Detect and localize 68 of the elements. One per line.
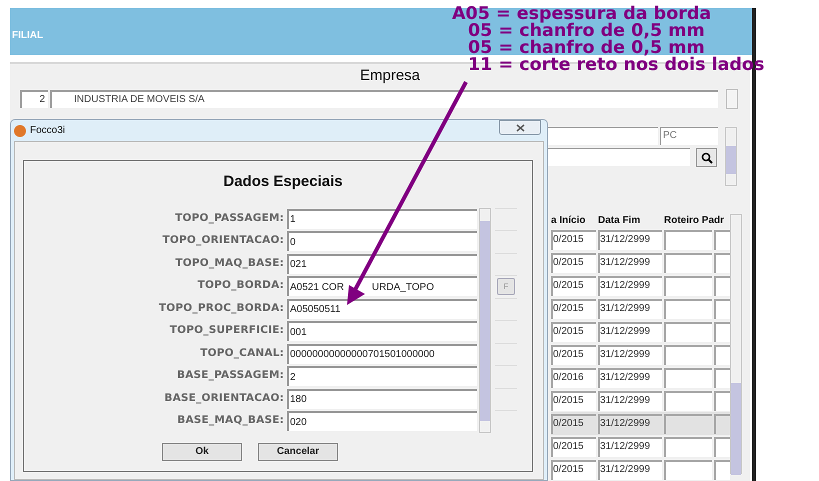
table-row[interactable]: 0/2016 31/12/2999 xyxy=(551,366,730,389)
table-row[interactable]: 0/2015 31/12/2999 xyxy=(551,389,730,412)
unit-field[interactable]: PC xyxy=(660,127,718,145)
column-header: a Início xyxy=(551,214,586,228)
table-row[interactable]: 0/2015 31/12/2999 xyxy=(551,297,730,320)
field-label: TOPO_BORDA: xyxy=(196,278,285,294)
column-header: Data Fim xyxy=(598,214,642,228)
field-label: TOPO_MAQ_BASE: xyxy=(174,256,285,271)
input-field[interactable]: 1 xyxy=(287,208,477,229)
field-label: TOPO_ORIENTACAO: xyxy=(162,233,285,248)
table-row[interactable]: 0/2015 31/12/2999 xyxy=(551,458,730,481)
table-cell: 31/12/2999 xyxy=(598,298,662,318)
field-label: BASE_ORIENTACAO: xyxy=(163,390,285,406)
input-field[interactable]: 00000000000000701501000000 xyxy=(287,344,477,364)
field-label: TOPO_SUPERFICIE: xyxy=(168,323,285,338)
table-cell: 31/12/2999 xyxy=(598,390,662,410)
field-label: TOPO_PASSAGEM: xyxy=(174,210,285,226)
table-cell: 0/2015 xyxy=(551,414,596,434)
table-row[interactable]: 0/2015 31/12/2999 xyxy=(551,320,730,343)
table-cell: 0/2015 xyxy=(551,322,596,342)
annotation-text: 05 = chanfro de 0,5 mm xyxy=(467,40,705,57)
input-field[interactable]: A05050511 xyxy=(287,298,477,319)
table-row[interactable]: 0/2015 31/12/2999 xyxy=(551,435,730,458)
table-cell: 0/2015 xyxy=(551,436,596,456)
field-label: TOPO_CANAL: xyxy=(199,346,285,361)
input-field[interactable]: 021 xyxy=(287,254,477,274)
input-field[interactable]: 020 xyxy=(287,411,477,432)
table-cell: 31/12/2999 xyxy=(598,252,662,272)
table-cell: 31/12/2999 xyxy=(598,436,662,456)
field-label: BASE_MAQ_BASE: xyxy=(176,413,285,428)
dialog-button[interactable]: Cancelar xyxy=(258,442,338,460)
input-field[interactable]: A0521 COR URDA_TOPO xyxy=(287,276,477,296)
table-cell: 31/12/2999 xyxy=(598,276,662,296)
input-field[interactable]: 2 xyxy=(287,366,477,386)
input-field[interactable]: 0 xyxy=(287,231,477,252)
table-cell: 0/2015 xyxy=(551,298,596,318)
annotation-text: 05 = chanfro de 0,5 mm xyxy=(467,23,705,40)
table-row[interactable]: 0/2015 31/12/2999 xyxy=(551,228,730,251)
table-cell: 0/2016 xyxy=(551,368,596,388)
input-field[interactable]: 001 xyxy=(287,321,477,342)
table-cell: 0/2015 xyxy=(551,460,596,480)
table-cell: 31/12/2999 xyxy=(598,368,662,388)
table-cell: 31/12/2999 xyxy=(598,322,662,342)
dialog-title: Focco3i xyxy=(30,124,66,138)
annotation-text: A05 = espessura da borda xyxy=(451,6,712,23)
table-cell: 0/2015 xyxy=(551,230,596,250)
table-cell: 31/12/2999 xyxy=(598,344,662,364)
header-title: FILIAL xyxy=(12,29,44,43)
input-field[interactable]: 180 xyxy=(287,388,477,409)
table-row[interactable]: 0/2015 31/12/2999 xyxy=(551,274,730,297)
table-cell: 0/2015 xyxy=(551,252,596,272)
field-label: TOPO_PROC_BORDA: xyxy=(158,300,285,316)
section-title: Empresa xyxy=(360,66,420,86)
form-heading: Dados Especiais xyxy=(222,172,343,192)
column-header: Roteiro Padr xyxy=(664,214,726,228)
table-cell: 0/2015 xyxy=(551,390,596,410)
field-label: BASE_PASSAGEM: xyxy=(176,368,285,384)
company-name-field[interactable]: INDUSTRIA DE MOVEIS S/A xyxy=(50,90,718,108)
table-cell: 31/12/2999 xyxy=(598,230,662,250)
table-row[interactable]: 0/2015 31/12/2999 xyxy=(551,343,730,366)
table-cell: 0/2015 xyxy=(551,276,596,296)
table-cell: 0/2015 xyxy=(551,344,596,364)
table-cell: 31/12/2999 xyxy=(598,414,662,434)
table-cell: 31/12/2999 xyxy=(598,460,662,480)
table-row[interactable]: 0/2015 31/12/2999 xyxy=(551,412,730,435)
dialog-button[interactable]: Ok xyxy=(162,442,242,460)
company-code-field[interactable]: 2 xyxy=(20,90,48,108)
table-row[interactable]: 0/2015 31/12/2999 xyxy=(551,251,730,274)
